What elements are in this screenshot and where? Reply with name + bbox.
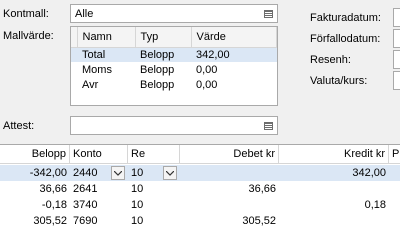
- list-icon[interactable]: [261, 6, 276, 21]
- re-cell[interactable]: 10: [128, 181, 180, 197]
- fakturadatum-field[interactable]: [393, 8, 400, 27]
- col-kredit-header[interactable]: Kredit kr: [279, 145, 389, 164]
- namn-cell: Avr: [82, 78, 99, 91]
- mallvarde-row[interactable]: Moms Belopp 0,00: [71, 62, 277, 77]
- mallvarde-header-row: Namn Typ Värde: [71, 27, 277, 48]
- col-konto-header[interactable]: Konto: [70, 145, 128, 164]
- col-debet-header[interactable]: Debet kr: [180, 145, 279, 164]
- debet-cell[interactable]: 305,52: [180, 213, 279, 229]
- valuta-label: Valuta/kurs:: [310, 75, 368, 87]
- fakturadatum-label: Fakturadatum:: [310, 12, 381, 24]
- attest-label: Attest:: [3, 120, 35, 132]
- table-row[interactable]: -342,00 2440 10 342,00: [0, 165, 400, 181]
- belopp-cell[interactable]: -342,00: [0, 165, 70, 181]
- attest-select[interactable]: [70, 116, 278, 135]
- typ-cell: Belopp: [140, 78, 175, 91]
- varde-cell[interactable]: 0,00: [191, 62, 277, 77]
- debet-cell[interactable]: 36,66: [180, 181, 279, 197]
- chevron-down-icon[interactable]: [111, 166, 125, 180]
- mallvarde-label: Mallvärde:: [3, 30, 54, 42]
- table-row[interactable]: 305,52 7690 10 305,52: [0, 213, 400, 229]
- kontmall-label: Kontmall:: [3, 8, 49, 20]
- table-row[interactable]: -0,18 3740 10 0,18: [0, 197, 400, 213]
- kredit-cell[interactable]: [279, 213, 389, 229]
- forfallodatum-label: Förfallodatum:: [310, 33, 381, 45]
- debet-cell[interactable]: [180, 165, 279, 181]
- resenh-field[interactable]: [393, 50, 400, 69]
- konto-cell[interactable]: 3740: [70, 197, 128, 213]
- kredit-cell[interactable]: 0,18: [279, 197, 389, 213]
- mallvarde-row[interactable]: Total Belopp 342,00: [71, 47, 277, 62]
- debet-cell[interactable]: [180, 197, 279, 213]
- resenh-label: Resenh:: [310, 54, 351, 66]
- konto-cell[interactable]: 2440: [70, 165, 110, 181]
- konto-cell[interactable]: 7690: [70, 213, 128, 229]
- col-belopp-header[interactable]: Belopp: [0, 145, 70, 164]
- grid-header: Belopp Konto Re Debet kr Kredit kr P: [0, 145, 400, 164]
- re-cell[interactable]: 10: [128, 197, 180, 213]
- col-p-header[interactable]: P: [389, 145, 400, 164]
- forfallodatum-field[interactable]: [393, 29, 400, 48]
- typ-cell: Belopp: [140, 63, 175, 76]
- re-cell[interactable]: 10: [128, 165, 162, 181]
- belopp-cell[interactable]: 36,66: [0, 181, 70, 197]
- kredit-cell[interactable]: 342,00: [279, 165, 389, 181]
- mallvarde-row[interactable]: Avr Belopp 0,00: [71, 77, 277, 92]
- col-re-header[interactable]: Re: [128, 145, 180, 164]
- kredit-cell[interactable]: [279, 181, 389, 197]
- typ-cell: Belopp: [135, 47, 191, 62]
- table-row[interactable]: 36,66 2641 10 36,66: [0, 181, 400, 197]
- kontmall-select[interactable]: Alle: [70, 4, 278, 23]
- re-cell[interactable]: 10: [128, 213, 180, 229]
- varde-cell[interactable]: 342,00: [191, 47, 277, 62]
- mallvarde-grid[interactable]: Namn Typ Värde Total Belopp 342,00 Moms …: [70, 26, 278, 106]
- namn-cell: Moms: [82, 63, 112, 76]
- list-icon[interactable]: [261, 118, 276, 133]
- transaction-grid[interactable]: Belopp Konto Re Debet kr Kredit kr P -34…: [0, 144, 400, 240]
- chevron-down-icon[interactable]: [163, 166, 177, 180]
- varde-cell[interactable]: 0,00: [191, 77, 277, 92]
- valuta-field[interactable]: [393, 71, 400, 90]
- belopp-cell[interactable]: -0,18: [0, 197, 70, 213]
- belopp-cell[interactable]: 305,52: [0, 213, 70, 229]
- kontmall-value: Alle: [75, 8, 94, 20]
- col-varde-header[interactable]: Värde: [191, 27, 277, 48]
- namn-cell: Total: [77, 47, 135, 62]
- col-typ-header[interactable]: Typ: [135, 27, 192, 48]
- konto-cell[interactable]: 2641: [70, 181, 128, 197]
- col-namn-header[interactable]: Namn: [77, 27, 136, 48]
